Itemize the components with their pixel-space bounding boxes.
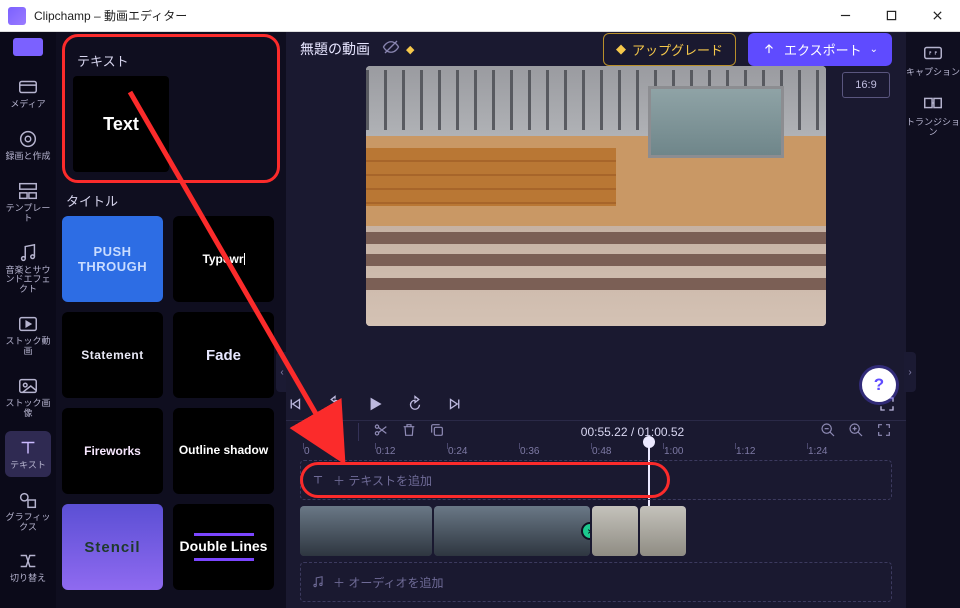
undo-button[interactable] [300,422,316,441]
zoom-out-button[interactable] [820,422,836,441]
left-nav: メディア 録画と作成 テンプレート 音楽とサウンドエフェクト ストック動画 スト… [0,32,56,608]
text-panel: テキスト Text タイトル PUSH THROUGH Typewr State… [56,32,286,608]
title-tile-push-through[interactable]: PUSH THROUGH [62,216,163,302]
group-label-titles: タイトル [66,191,280,210]
nav-text[interactable]: テキスト [5,431,51,477]
delete-button[interactable] [401,422,417,441]
redo-button[interactable] [328,422,344,441]
main-area: 無題の動画 ◆ ◆アップグレード エクスポート⌄ 16:9 ? [286,32,906,608]
title-tile-stencil[interactable]: Stencil [62,504,163,590]
window-maximize-button[interactable] [868,0,914,32]
timeline-ruler[interactable]: 0 0:12 0:24 0:36 0:48 1:00 1:12 1:24 [286,442,906,456]
upgrade-button[interactable]: ◆アップグレード [603,33,736,66]
rewind-button[interactable] [326,395,344,418]
title-tile-fade[interactable]: Fade [173,312,274,398]
app-logo-icon [8,7,26,25]
help-button[interactable]: ? [862,368,896,402]
aspect-ratio-badge[interactable]: 16:9 [842,72,890,98]
window-minimize-button[interactable] [822,0,868,32]
project-title[interactable]: 無題の動画 [300,39,370,59]
right-sidebar: キャプション トランジション [906,32,960,138]
playback-controls [286,392,906,420]
group-label-text: テキスト [77,51,271,70]
export-button[interactable]: エクスポート⌄ [748,33,892,66]
text-tile-basic[interactable]: Text [73,76,169,172]
nav-record[interactable]: 録画と作成 [5,122,51,168]
duplicate-button[interactable] [429,422,445,441]
nav-audio[interactable]: 音楽とサウンドエフェクト [5,236,51,302]
captions-button[interactable]: キャプション [906,42,960,78]
window-title: Clipchamp – 動画エディター [34,7,187,24]
zoom-fit-button[interactable] [876,422,892,441]
skip-end-button[interactable] [446,395,464,418]
brand-icon [13,38,43,56]
window-close-button[interactable] [914,0,960,32]
title-tile-fireworks[interactable]: Fireworks [62,408,163,494]
visibility-icon[interactable] [382,38,400,61]
video-track[interactable] [300,506,892,556]
nav-stock-video[interactable]: ストック動画 [5,307,51,363]
panel-collapse-button[interactable]: ‹ [276,352,286,392]
timeline-time: 00:55.22 / 01:00.52 [581,425,684,439]
window-titlebar: Clipchamp – 動画エディター [0,0,960,32]
add-text-label: ＋ テキストを追加 [333,472,432,489]
zoom-in-button[interactable] [848,422,864,441]
callout-text-tile: テキスト Text [62,34,280,183]
play-button[interactable] [366,395,384,418]
title-tile-typewriter[interactable]: Typewr [173,216,274,302]
audio-track-dropzone[interactable]: ＋ オーディオを追加 [300,562,892,602]
right-collapse-button[interactable]: › [904,352,916,392]
skip-start-button[interactable] [286,395,304,418]
nav-transitions[interactable]: 切り替え [5,544,51,590]
nav-media[interactable]: メディア [5,70,51,116]
timeline-toolbar: 00:55.22 / 01:00.52 [286,420,906,442]
title-tile-outline-shadow[interactable]: Outline shadow [173,408,274,494]
nav-templates[interactable]: テンプレート [5,174,51,230]
title-tile-double-lines[interactable]: Double Lines [173,504,274,590]
nav-graphics[interactable]: グラフィックス [5,483,51,539]
transitions-button[interactable]: トランジション [906,92,960,138]
nav-stock-image[interactable]: ストック画像 [5,369,51,425]
preview-stage[interactable] [366,66,826,326]
gem-icon: ◆ [406,43,414,56]
title-tile-statement[interactable]: Statement [62,312,163,398]
forward-button[interactable] [406,395,424,418]
split-button[interactable] [373,422,389,441]
add-audio-label: ＋ オーディオを追加 [333,574,444,591]
text-track-dropzone[interactable]: ＋ テキストを追加 [300,460,892,500]
